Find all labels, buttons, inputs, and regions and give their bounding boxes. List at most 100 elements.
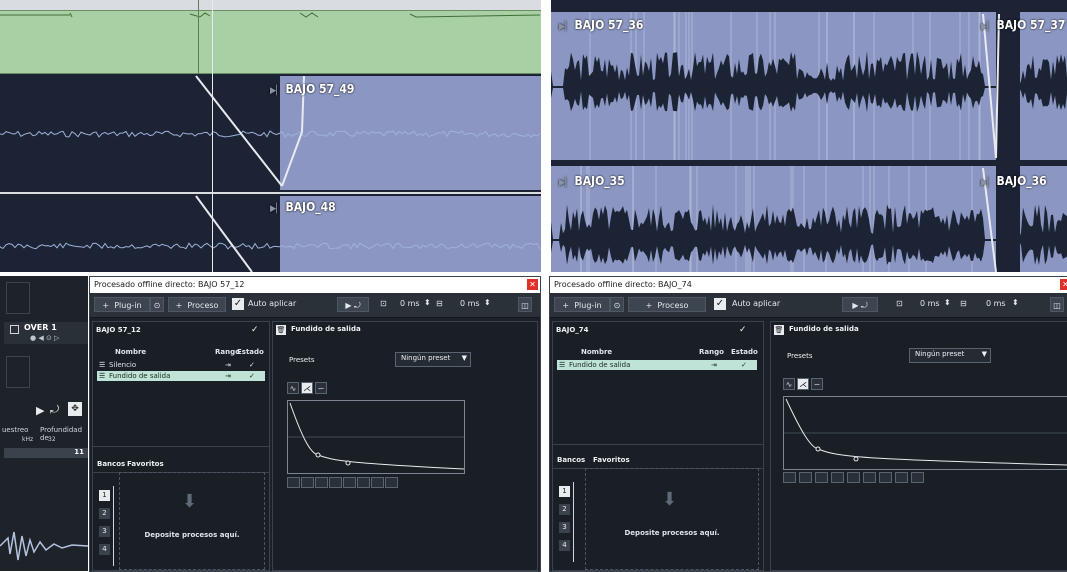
preset-value: Ningún preset [401,354,451,362]
auto-apply-checkbox[interactable]: ✓ [714,298,726,310]
range-icon: ⇥ [711,361,717,369]
trash-icon[interactable]: 🗑 [774,325,784,335]
track-lane-1[interactable]: ▶▏ BAJO 57_36 ▶▏ BAJO 57_37 [551,12,1067,160]
play-icon[interactable]: ▶ [36,404,44,417]
post-roll-icon[interactable]: ⊟ [436,299,443,308]
auto-apply-label: Auto aplicar [732,299,781,308]
process-row-fundido[interactable]: ☰ Fundido de salida ⇥ ✓ [557,360,757,370]
channel-header[interactable]: OVER 1 ● ◀ ⊙ ▷ [4,322,88,344]
channel-enable-icon[interactable] [10,325,19,334]
trash-icon[interactable]: 🗑 [276,325,286,335]
green-clip-lane[interactable] [0,10,541,74]
fade-curve-graph[interactable] [783,396,1067,470]
curve-preset-1[interactable] [287,477,300,488]
offline-process-dialog-2: Procesado offline directo: BAJO_74 ✕ + P… [549,276,1067,572]
add-plugin-button[interactable]: + Plug-in [94,297,150,312]
curve-preset-3[interactable] [815,472,828,483]
post-roll-stepper-icon[interactable]: ⬍ [1012,298,1019,307]
dialog-title: Procesado offline directo: BAJO 57_12 [94,280,245,289]
preview-button[interactable]: ▶ ⤾ [337,297,369,312]
clip-name: BAJO_48 [285,200,336,214]
track-lane-2[interactable]: ▶▏ BAJO_48 [0,194,541,272]
curve-preset-6[interactable] [357,477,370,488]
curve-preset-7[interactable] [879,472,892,483]
curve-preset-2[interactable] [301,477,314,488]
curve-preset-3[interactable] [315,477,328,488]
curve-preset-8[interactable] [385,477,398,488]
dialog-title-bar: Procesado offline directo: BAJO_74 ✕ [550,277,1067,293]
fade-in-icon[interactable]: ⊡ [380,299,387,308]
curve-preset-1[interactable] [783,472,796,483]
curve-type-1[interactable]: ∿ [287,382,299,394]
pre-roll-stepper-icon[interactable]: ⬍ [944,298,951,307]
curve-preset-8[interactable] [895,472,908,483]
process-list-panel: BAJO 57_12 ✓ Nombre Rango Estado ☰ Silen… [92,321,270,571]
pre-roll-value[interactable]: 0 ms [920,299,940,308]
track-1-waveform [551,12,1067,160]
auto-apply-label: Auto aplicar [248,299,297,308]
bank-slot-3[interactable]: 3 [559,522,570,533]
fade-curve-graph[interactable] [287,400,465,474]
add-plugin-button[interactable]: + Plug-in [554,297,610,312]
playhead-cursor[interactable] [212,0,213,272]
curve-type-2[interactable]: ⋌ [797,378,809,390]
preset-dropdown[interactable]: Ningún preset ▼ [395,352,471,367]
bank-slot-4[interactable]: 4 [559,540,570,551]
curve-preset-2[interactable] [799,472,812,483]
channel-buttons[interactable]: ● ◀ ⊙ ▷ [30,334,59,342]
bank-slot-1[interactable]: 1 [99,490,110,501]
track-lane-2[interactable]: ▶▏ BAJO_35 ▶▏ BAJO_36 [551,166,1067,272]
drop-zone[interactable]: ⬇ Deposite procesos aquí. [585,468,759,570]
preset-dropdown[interactable]: Ningún preset ▼ [909,348,991,363]
tab-bancos[interactable]: Bancos [557,456,585,464]
tab-favoritos[interactable]: Favoritos [593,456,630,464]
tab-bancos[interactable]: Bancos [97,460,125,468]
settings-icon[interactable]: ✥ [68,402,82,416]
close-button[interactable]: ✕ [1060,279,1067,290]
plugin-options-button[interactable]: ⊙ [150,297,164,312]
post-roll-icon[interactable]: ⊟ [960,299,967,308]
post-roll-value[interactable]: 0 ms [986,299,1006,308]
curve-preset-5[interactable] [847,472,860,483]
preview-button[interactable]: ▶ ⤾ [842,297,878,312]
track-lane-1[interactable]: ▶▏ BAJO 57_49 [0,74,541,192]
transport-buttons[interactable]: ▶ ⤾ ✥ [30,402,88,420]
bank-slot-4[interactable]: 4 [99,544,110,555]
post-roll-value[interactable]: 0 ms [460,299,480,308]
curve-preset-5[interactable] [343,477,356,488]
drop-arrow-icon: ⬇ [662,489,678,510]
close-button[interactable]: ✕ [527,279,538,290]
add-process-button[interactable]: + Proceso [628,297,706,312]
curve-preset-strip[interactable] [287,477,407,489]
pre-roll-value[interactable]: 0 ms [400,299,420,308]
post-roll-stepper-icon[interactable]: ⬍ [484,298,491,307]
bank-slot-3[interactable]: 3 [99,526,110,537]
fade-in-icon[interactable]: ⊡ [896,299,903,308]
plugin-options-button[interactable]: ⊙ [610,297,624,312]
auto-apply-checkbox[interactable]: ✓ [232,298,244,310]
curve-type-3[interactable]: ∽ [811,378,823,390]
layout-toggle-button[interactable]: ◫ [1050,297,1064,312]
layout-toggle-button[interactable]: ◫ [518,297,532,312]
bank-slot-2[interactable]: 2 [99,508,110,519]
curve-preset-strip[interactable] [783,472,924,484]
curve-type-2[interactable]: ⋌ [301,382,313,394]
loop-icon[interactable]: ⤾ [50,403,59,417]
curve-preset-7[interactable] [371,477,384,488]
process-row-fundido[interactable]: ☰ Fundido de salida ⇥ ✓ [97,371,265,381]
drop-zone[interactable]: ⬇ Deposite procesos aquí. [119,472,265,570]
curve-preset-9[interactable] [911,472,924,483]
bank-slot-2[interactable]: 2 [559,504,570,515]
curve-preset-4[interactable] [831,472,844,483]
bank-slot-1[interactable]: 1 [559,486,570,497]
pre-roll-stepper-icon[interactable]: ⬍ [424,298,431,307]
curve-type-3[interactable]: ∽ [315,382,327,394]
sample-rate-header: uestreo [2,426,29,434]
curve-preset-4[interactable] [329,477,342,488]
clip-checkmark-icon: ✓ [251,325,259,335]
curve-type-1[interactable]: ∿ [783,378,795,390]
curve-preset-6[interactable] [863,472,876,483]
tab-favoritos[interactable]: Favoritos [127,460,164,468]
process-row-silencio[interactable]: ☰ Silencio ⇥ ✓ [97,360,265,370]
add-process-button[interactable]: + Proceso [168,297,226,312]
